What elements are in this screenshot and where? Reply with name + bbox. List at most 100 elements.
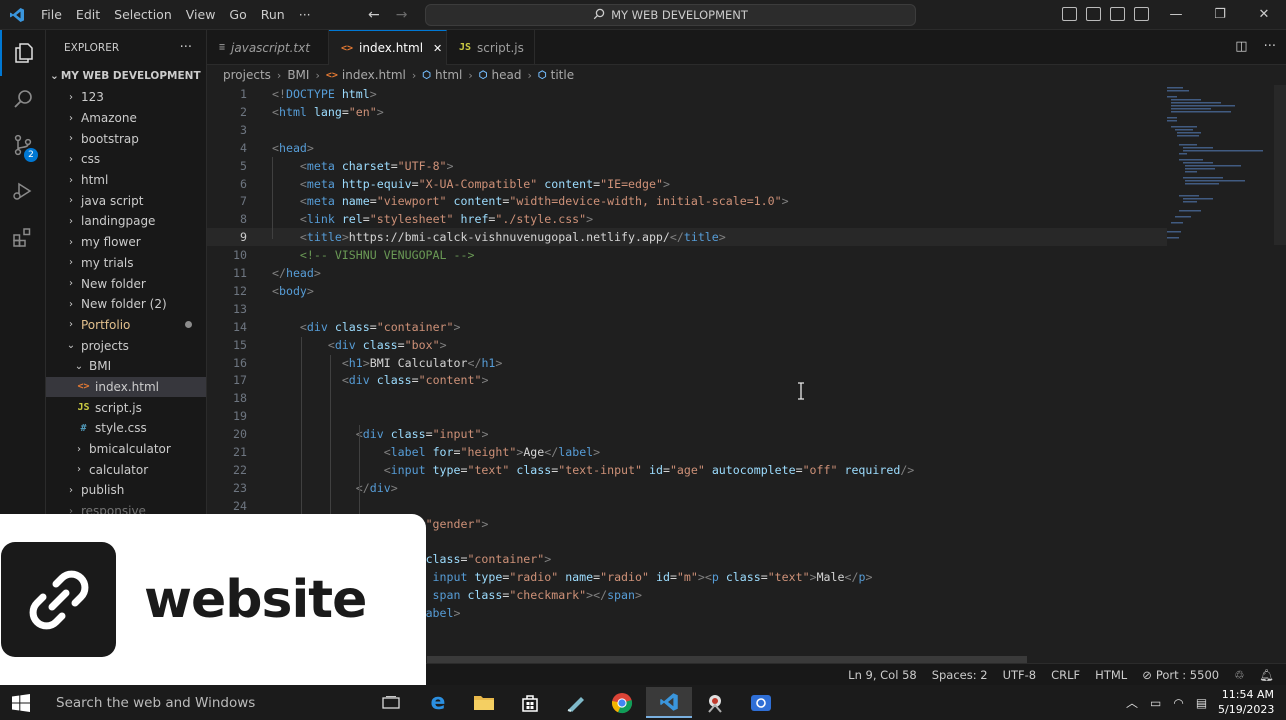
code-line[interactable]: 16 <h1>BMI Calculator</h1> bbox=[207, 354, 1167, 372]
extensions-icon[interactable] bbox=[0, 214, 46, 260]
split-editor-icon[interactable]: ◫ bbox=[1235, 39, 1247, 54]
menu-view[interactable]: View bbox=[179, 0, 223, 30]
tab-index-html[interactable]: <> index.html ✕ bbox=[329, 30, 447, 65]
menu-file[interactable]: File bbox=[34, 0, 69, 30]
toggle-panel-icon[interactable] bbox=[1086, 7, 1101, 21]
code-line[interactable]: 4 <head> bbox=[207, 139, 1167, 157]
folder-item[interactable]: › 123 bbox=[46, 87, 206, 108]
folder-item[interactable]: › my trials bbox=[46, 253, 206, 274]
search-view-icon[interactable] bbox=[0, 76, 46, 122]
encoding[interactable]: UTF-8 bbox=[1003, 668, 1037, 682]
code-line[interactable]: 13 bbox=[207, 300, 1167, 318]
edge-browser-icon[interactable]: e bbox=[415, 687, 461, 718]
app-icon[interactable] bbox=[553, 687, 599, 718]
menu-edit[interactable]: Edit bbox=[69, 0, 107, 30]
code-line[interactable]: 22 <input type="text" class="text-input"… bbox=[207, 461, 1167, 479]
editor-more-icon[interactable]: ··· bbox=[1264, 39, 1276, 54]
tab-javascript-txt[interactable]: ≡ javascript.txt bbox=[207, 30, 329, 65]
folder-item[interactable]: › Portfolio bbox=[46, 315, 206, 336]
cursor-position[interactable]: Ln 9, Col 58 bbox=[848, 668, 917, 682]
tab-script-js[interactable]: JS script.js bbox=[447, 30, 535, 65]
snipping-tool-icon[interactable] bbox=[692, 687, 738, 718]
explorer-more-icon[interactable]: ··· bbox=[180, 40, 192, 55]
forward-arrow-icon[interactable]: → bbox=[396, 7, 408, 23]
chrome-icon[interactable] bbox=[599, 687, 645, 718]
screen-recorder-icon[interactable] bbox=[738, 687, 784, 718]
code-line[interactable]: 15 <div class="box"> bbox=[207, 336, 1167, 354]
minimap[interactable] bbox=[1165, 85, 1275, 245]
menu-go[interactable]: Go bbox=[222, 0, 253, 30]
breadcrumb-html[interactable]: html bbox=[435, 68, 462, 82]
code-line[interactable]: 6 <meta http-equiv="X-UA-Compatible" con… bbox=[207, 175, 1167, 193]
battery-icon[interactable]: ▭ bbox=[1150, 696, 1161, 710]
code-line[interactable]: 10 <!-- VISHNU VENUGOPAL --> bbox=[207, 246, 1167, 264]
vscode-taskbar-icon[interactable] bbox=[646, 687, 692, 718]
menu-more[interactable]: ··· bbox=[292, 0, 318, 30]
folder-item[interactable]: › css bbox=[46, 149, 206, 170]
folder-item[interactable]: › bootstrap bbox=[46, 128, 206, 149]
taskbar-clock[interactable]: 11:54 AM 5/19/2023 bbox=[1218, 687, 1274, 717]
folder-item[interactable]: › calculator bbox=[46, 459, 206, 480]
minimize-button[interactable]: — bbox=[1154, 0, 1198, 30]
wifi-icon[interactable]: ◠ bbox=[1173, 696, 1183, 710]
file-item[interactable]: # style.css bbox=[46, 418, 206, 439]
restore-button[interactable]: ❐ bbox=[1198, 0, 1242, 30]
folder-item[interactable]: › New folder (2) bbox=[46, 294, 206, 315]
code-line[interactable]: 7 <meta name="viewport" content="width=d… bbox=[207, 192, 1167, 210]
folder-item[interactable]: › landingpage bbox=[46, 211, 206, 232]
folder-item[interactable]: › Amazone bbox=[46, 108, 206, 129]
code-line[interactable]: 2 <html lang="en"> bbox=[207, 103, 1167, 121]
folder-item[interactable]: › publish bbox=[46, 480, 206, 501]
file-explorer-icon[interactable] bbox=[461, 687, 507, 718]
end-of-line[interactable]: CRLF bbox=[1051, 668, 1080, 682]
chat-icon[interactable]: ▤ bbox=[1196, 696, 1207, 710]
code-line[interactable]: 3 bbox=[207, 121, 1167, 139]
toggle-secondary-sidebar-icon[interactable] bbox=[1110, 7, 1125, 21]
store-icon[interactable] bbox=[507, 687, 553, 718]
code-line[interactable]: 9 <title>https://bmi-calck-vishnuvenugop… bbox=[207, 228, 1167, 247]
code-line[interactable]: 12 <body> bbox=[207, 282, 1167, 300]
code-line[interactable]: 23 </div> bbox=[207, 479, 1167, 497]
code-line[interactable]: 11 </head> bbox=[207, 264, 1167, 282]
folder-item[interactable]: › java script bbox=[46, 190, 206, 211]
breadcrumb-title[interactable]: title bbox=[551, 68, 574, 82]
menu-run[interactable]: Run bbox=[254, 0, 292, 30]
run-debug-icon[interactable] bbox=[0, 168, 46, 214]
live-server-port[interactable]: ⊘ Port : 5500 bbox=[1142, 668, 1219, 682]
code-line[interactable]: 1 <!DOCTYPE html> bbox=[207, 85, 1167, 103]
feedback-icon[interactable]: ♲ bbox=[1234, 668, 1244, 682]
folder-item[interactable]: ⌄ BMI bbox=[46, 356, 206, 377]
code-line[interactable]: 5 <meta charset="UTF-8"> bbox=[207, 157, 1167, 175]
language-mode[interactable]: HTML bbox=[1095, 668, 1127, 682]
code-line[interactable]: 17 <div class="content"> bbox=[207, 371, 1167, 389]
folder-item[interactable]: › New folder bbox=[46, 273, 206, 294]
code-line[interactable]: 21 <label for="height">Age</label> bbox=[207, 443, 1167, 461]
breadcrumb-bmi[interactable]: BMI bbox=[287, 68, 309, 82]
toggle-primary-sidebar-icon[interactable] bbox=[1062, 7, 1077, 21]
vscode-logo-icon[interactable] bbox=[0, 0, 34, 30]
task-view-icon[interactable] bbox=[368, 687, 414, 718]
folder-item[interactable]: › html bbox=[46, 170, 206, 191]
breadcrumb-projects[interactable]: projects bbox=[223, 68, 271, 82]
vertical-scrollbar[interactable] bbox=[1274, 85, 1286, 245]
windows-start-icon[interactable] bbox=[12, 694, 30, 712]
code-line[interactable]: 20 <div class="input"> bbox=[207, 425, 1167, 443]
folder-item[interactable]: › bmicalculator bbox=[46, 439, 206, 460]
code-line[interactable]: 24 bbox=[207, 497, 1167, 515]
indentation[interactable]: Spaces: 2 bbox=[932, 668, 988, 682]
chevron-up-icon[interactable]: ︿ bbox=[1126, 694, 1138, 711]
command-center[interactable]: MY WEB DEVELOPMENT bbox=[425, 4, 916, 26]
file-item[interactable]: JS script.js bbox=[46, 397, 206, 418]
workspace-root[interactable]: ⌄ MY WEB DEVELOPMENT bbox=[46, 65, 206, 87]
customize-layout-icon[interactable] bbox=[1134, 7, 1149, 21]
file-item[interactable]: <> index.html bbox=[46, 376, 206, 398]
notifications-bell-icon[interactable]: 🔔︎ bbox=[1259, 668, 1274, 682]
folder-item[interactable]: › my flower bbox=[46, 232, 206, 253]
menu-selection[interactable]: Selection bbox=[107, 0, 179, 30]
code-line[interactable]: 8 <link rel="stylesheet" href="./style.c… bbox=[207, 210, 1167, 228]
breadcrumb-head[interactable]: head bbox=[492, 68, 522, 82]
close-tab-icon[interactable]: ✕ bbox=[433, 42, 442, 55]
code-line[interactable]: 14 <div class="container"> bbox=[207, 318, 1167, 336]
close-window-button[interactable]: ✕ bbox=[1242, 0, 1286, 30]
code-line[interactable]: 19 bbox=[207, 407, 1167, 425]
